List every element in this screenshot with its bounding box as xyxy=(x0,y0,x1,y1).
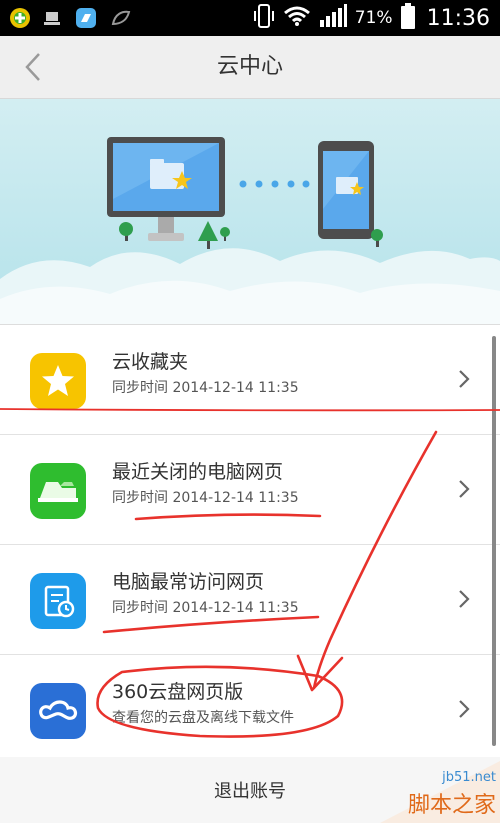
cloud-feature-list: 云收藏夹 同步时间 2014-12-14 11:35 最近关闭的电脑网页 同步时… xyxy=(0,324,500,758)
item-subtitle: 同步时间 2014-12-14 11:35 xyxy=(112,490,299,506)
app-header: 云中心 xyxy=(0,36,500,99)
chevron-right-icon xyxy=(456,691,472,727)
battery-percent: 71% xyxy=(354,8,393,28)
vibrate-icon xyxy=(253,3,275,33)
battery-icon xyxy=(400,3,415,33)
leaf-icon xyxy=(110,8,131,28)
app-green-icon xyxy=(10,8,30,28)
cloud-sync-banner xyxy=(0,99,500,324)
clock: 11:36 xyxy=(426,5,490,31)
scrollbar[interactable] xyxy=(492,336,496,746)
list-item-cloud-favorites[interactable]: 云收藏夹 同步时间 2014-12-14 11:35 xyxy=(0,325,500,435)
star-icon xyxy=(30,353,86,409)
item-title: 最近关闭的电脑网页 xyxy=(112,461,284,483)
watermark-url: jb51.net xyxy=(442,770,496,785)
chevron-right-icon xyxy=(456,581,472,617)
chevron-right-icon xyxy=(456,471,472,507)
tabs-icon xyxy=(30,463,86,519)
list-item-most-visited[interactable]: 电脑最常访问网页 同步时间 2014-12-14 11:35 xyxy=(0,545,500,655)
list-item-360-cloud-disk[interactable]: 360云盘网页版 查看您的云盘及离线下载文件 xyxy=(0,655,500,765)
status-bar: 71% 11:36 xyxy=(0,0,500,36)
item-subtitle: 查看您的云盘及离线下载文件 xyxy=(112,710,294,726)
usb-icon xyxy=(42,8,62,28)
list-item-recently-closed[interactable]: 最近关闭的电脑网页 同步时间 2014-12-14 11:35 xyxy=(0,435,500,545)
signal-icon xyxy=(319,4,347,32)
item-subtitle: 同步时间 2014-12-14 11:35 xyxy=(112,600,299,616)
phone-illustration xyxy=(318,141,374,239)
item-subtitle: 同步时间 2014-12-14 11:35 xyxy=(112,380,299,396)
page-title: 云中心 xyxy=(216,54,283,79)
document-clock-icon xyxy=(30,573,86,629)
watermark-text: 脚本之家 xyxy=(407,793,496,818)
wifi-icon xyxy=(283,5,311,31)
cloud-icon xyxy=(30,683,86,739)
site-watermark: jb51.net 脚本之家 xyxy=(350,753,500,823)
app-blue-icon xyxy=(76,8,96,28)
item-title: 360云盘网页版 xyxy=(112,681,244,703)
chevron-right-icon xyxy=(456,361,472,397)
item-title: 云收藏夹 xyxy=(112,351,189,373)
item-title: 电脑最常访问网页 xyxy=(112,571,265,593)
